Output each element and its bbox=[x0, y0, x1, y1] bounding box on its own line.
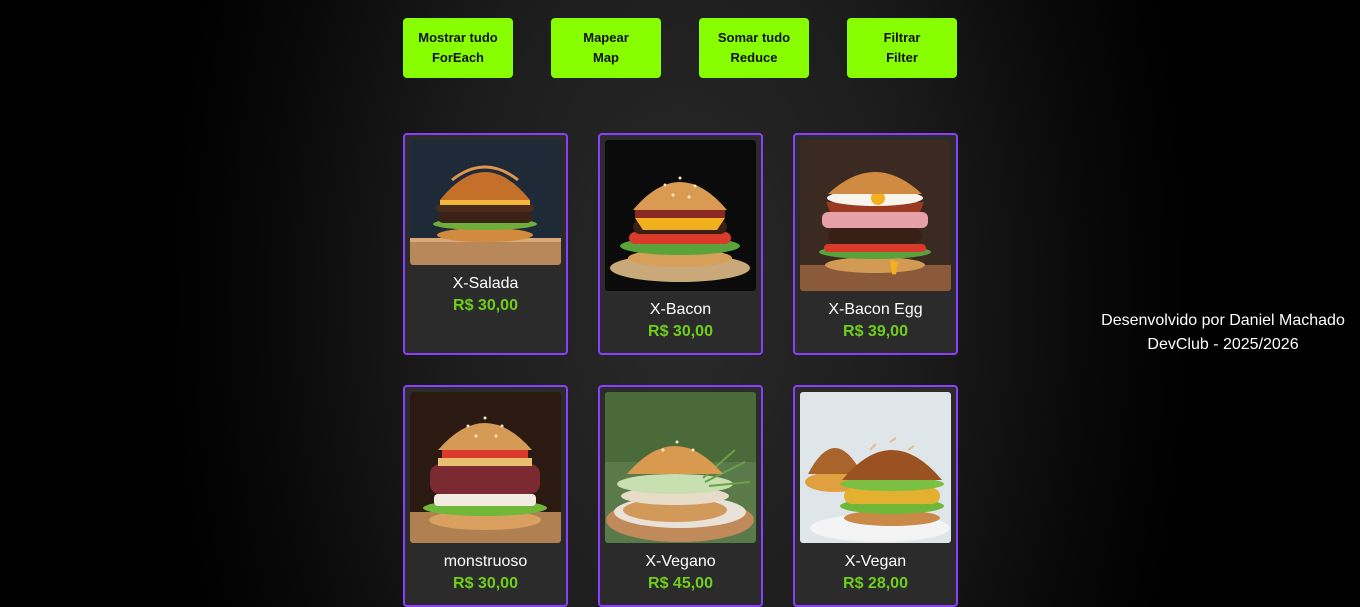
button-label-line1: Filtrar bbox=[883, 30, 921, 45]
product-price: R$ 30,00 bbox=[453, 575, 518, 592]
filter-button[interactable]: Filtrar Filter bbox=[847, 18, 957, 78]
product-card: X-Vegan R$ 28,00 bbox=[793, 385, 958, 607]
footer-author: Desenvolvido por Daniel Machado bbox=[1101, 312, 1345, 329]
product-card: monstruoso R$ 30,00 bbox=[403, 385, 568, 607]
button-label-line1: Mostrar tudo bbox=[418, 30, 498, 45]
burger-image bbox=[800, 392, 951, 543]
burger-image bbox=[800, 140, 951, 291]
footer-credits: Desenvolvido por Daniel Machado DevClub … bbox=[1086, 309, 1360, 357]
footer-project: DevClub - 2025/2026 bbox=[1147, 336, 1299, 353]
button-label-line1: Mapear bbox=[583, 30, 629, 45]
button-label-line1: Somar tudo bbox=[717, 30, 791, 45]
burger-image bbox=[410, 140, 561, 265]
product-list: X-Salada R$ 30,00 X-Bacon R$ 30,00 X-Bac… bbox=[403, 133, 958, 607]
product-price: R$ 39,00 bbox=[843, 323, 908, 340]
burger-image bbox=[605, 140, 756, 291]
product-name: X-Vegano bbox=[645, 553, 716, 570]
product-card: X-Bacon Egg R$ 39,00 bbox=[793, 133, 958, 355]
button-label-line2: ForEach bbox=[431, 50, 484, 65]
product-price: R$ 28,00 bbox=[843, 575, 908, 592]
show-all-foreach-button[interactable]: Mostrar tudo ForEach bbox=[403, 18, 513, 78]
product-price: R$ 30,00 bbox=[453, 297, 518, 314]
button-label-line2: Map bbox=[593, 50, 619, 65]
sum-all-reduce-button[interactable]: Somar tudo Reduce bbox=[699, 18, 809, 78]
product-name: X-Bacon bbox=[649, 301, 712, 318]
burger-image bbox=[410, 392, 561, 543]
product-name: X-Bacon Egg bbox=[828, 301, 923, 318]
map-button[interactable]: Mapear Map bbox=[551, 18, 661, 78]
product-price: R$ 45,00 bbox=[648, 575, 713, 592]
product-name: X-Vegan bbox=[844, 553, 907, 570]
product-name: monstruoso bbox=[443, 553, 528, 570]
action-buttons: Mostrar tudo ForEach Mapear Map Somar tu… bbox=[403, 18, 957, 78]
burger-image bbox=[605, 392, 756, 543]
product-card: X-Salada R$ 30,00 bbox=[403, 133, 568, 355]
product-name: X-Salada bbox=[452, 275, 519, 292]
product-card: X-Bacon R$ 30,00 bbox=[598, 133, 763, 355]
button-label-line2: Filter bbox=[886, 50, 918, 65]
product-card: X-Vegano R$ 45,00 bbox=[598, 385, 763, 607]
button-label-line2: Reduce bbox=[730, 50, 778, 65]
product-price: R$ 30,00 bbox=[648, 323, 713, 340]
